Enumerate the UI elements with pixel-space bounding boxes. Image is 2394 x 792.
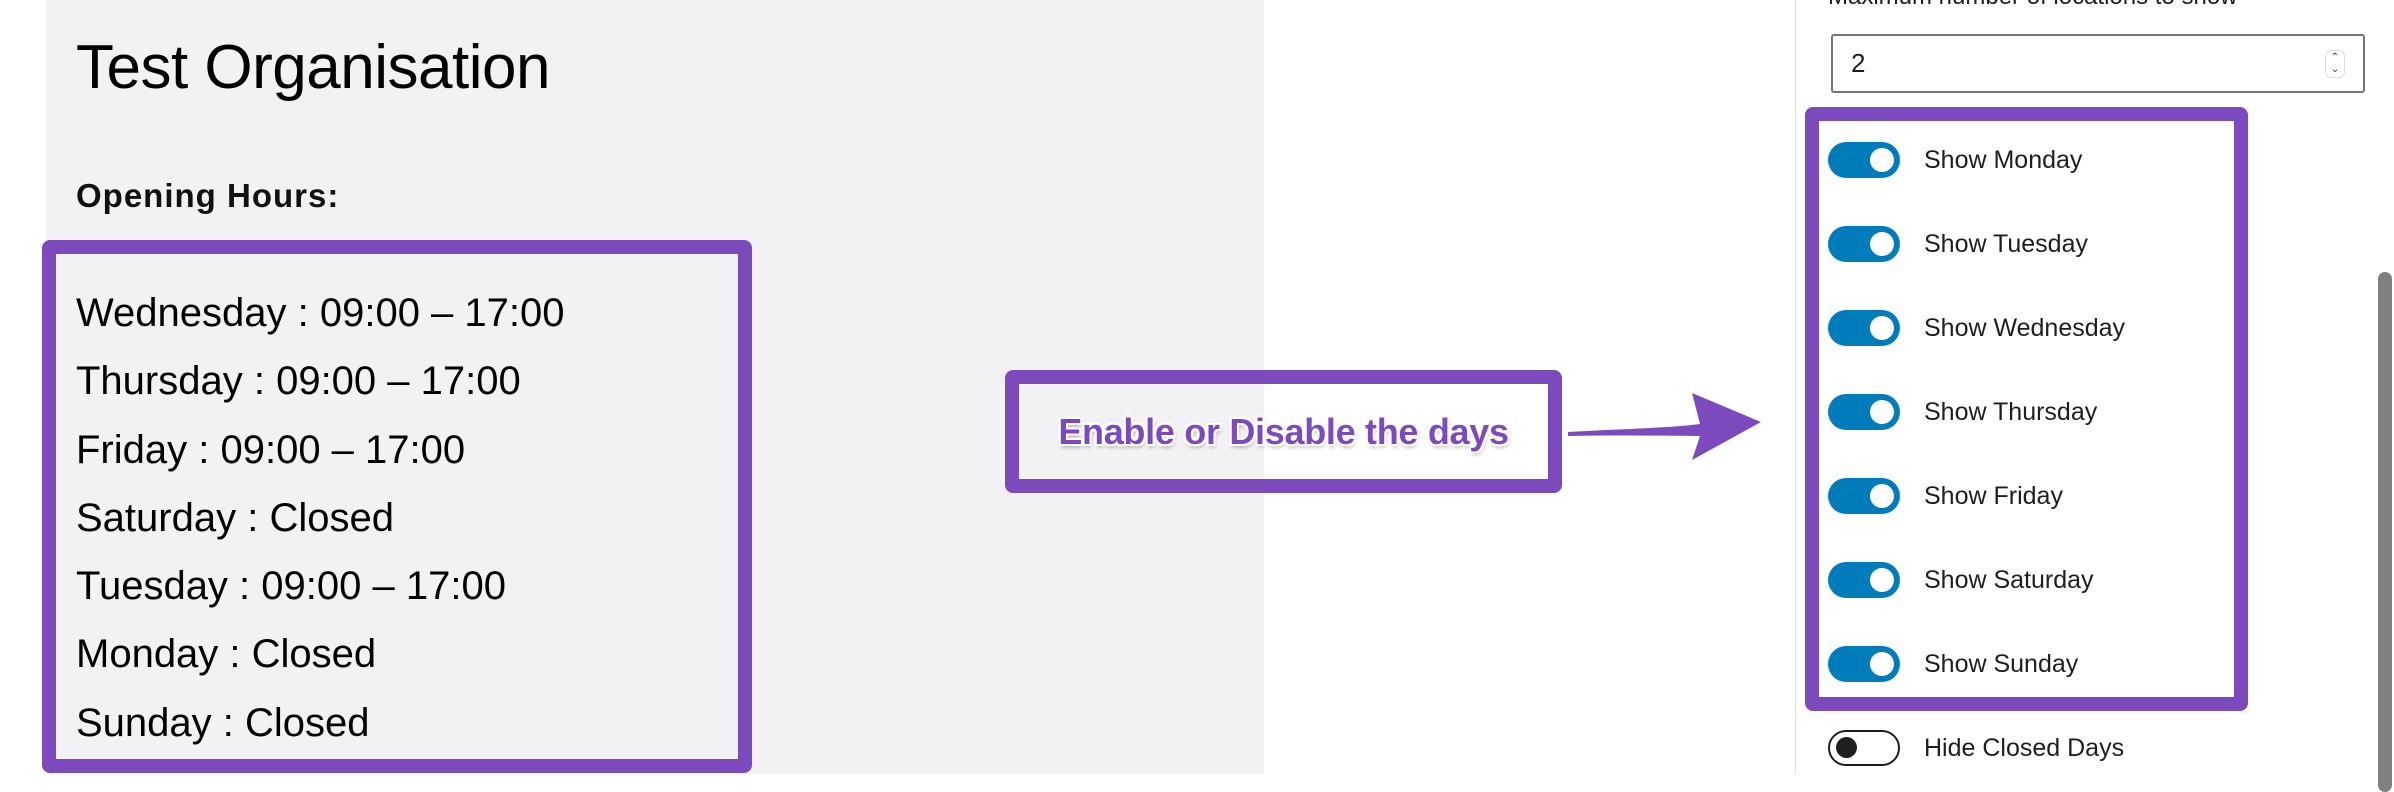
max-locations-value: 2 <box>1851 48 1866 78</box>
chevron-down-icon[interactable]: ⌄ <box>2331 64 2339 76</box>
opening-hours-heading: Opening Hours: <box>76 177 340 214</box>
toggle-hide-closed-days[interactable]: Hide Closed Days <box>1828 728 2124 768</box>
max-locations-label: Maximum number of locations to show <box>1828 0 2238 12</box>
organisation-title: Test Organisation <box>76 33 550 102</box>
max-locations-input[interactable]: 2 ⌃ ⌄ <box>1831 34 2365 93</box>
hours-highlight-box <box>42 240 752 773</box>
toggle-knob <box>1836 737 1857 758</box>
toggle-switch[interactable] <box>1828 730 1900 766</box>
callout-box: Enable or Disable the days <box>1005 370 1562 493</box>
callout-text: Enable or Disable the days <box>1058 410 1509 452</box>
toggle-label[interactable]: Hide Closed Days <box>1924 734 2124 763</box>
chevron-up-icon[interactable]: ⌃ <box>2331 52 2339 64</box>
toggles-highlight-box <box>1805 107 2248 711</box>
sidebar-scrollbar[interactable] <box>2378 272 2392 792</box>
number-spinner[interactable]: ⌃ ⌄ <box>2325 50 2345 78</box>
arrow-right-icon <box>1568 393 1761 460</box>
